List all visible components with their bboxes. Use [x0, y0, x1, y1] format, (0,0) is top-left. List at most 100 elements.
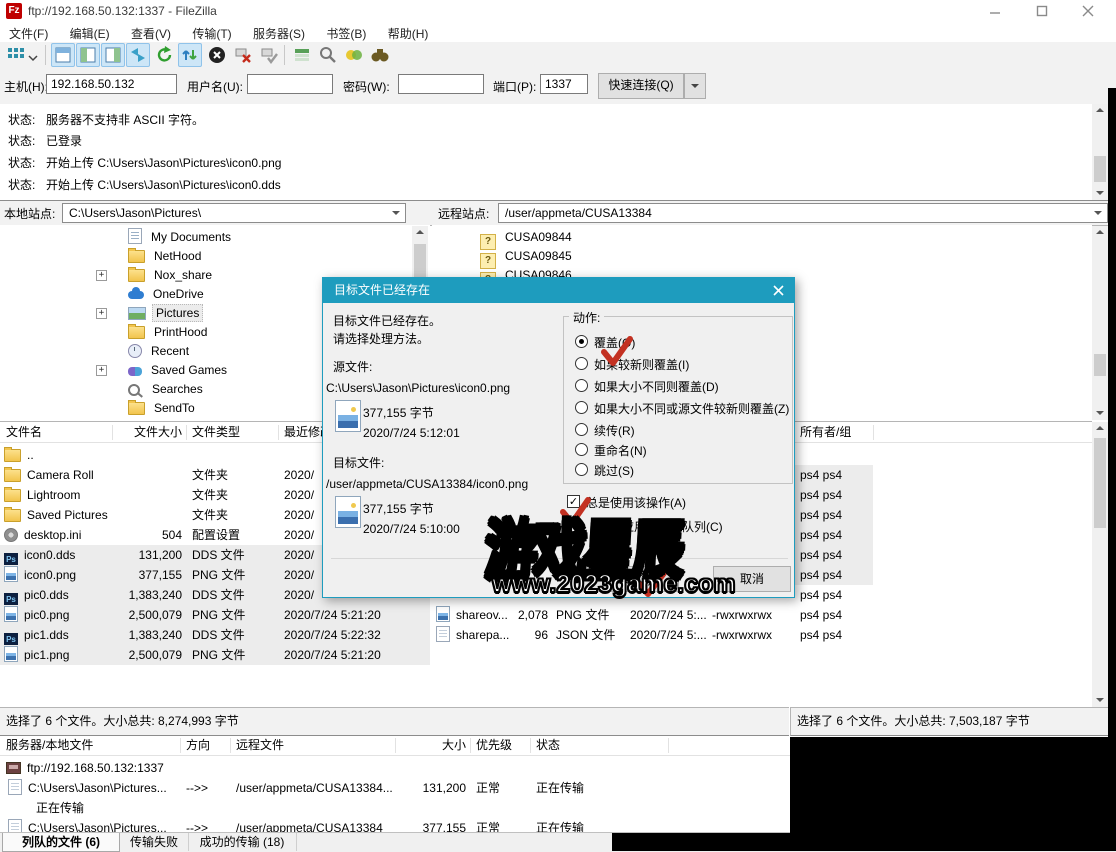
local-site-combobox[interactable]: C:\Users\Jason\Pictures\ — [62, 203, 406, 223]
scroll-down-icon[interactable] — [1092, 406, 1108, 419]
column-header-remotefile[interactable]: 远程文件 — [236, 736, 284, 755]
toggle-queue-view-button[interactable] — [126, 43, 150, 67]
toggle-remote-tree-button[interactable] — [101, 43, 125, 67]
tree-item-cusa09845[interactable]: CUSA09845 — [480, 247, 575, 265]
tab-successful-transfers[interactable]: 成功的传输 (18) — [188, 833, 297, 851]
tree-item-printhood[interactable]: PrintHood — [128, 323, 210, 341]
radio-overwrite[interactable] — [575, 335, 588, 348]
column-header-size[interactable]: 大小 — [398, 736, 466, 755]
remote-tree-scrollbar[interactable] — [1092, 226, 1108, 420]
remote-list-scrollbar[interactable] — [1092, 422, 1108, 707]
queue-row[interactable]: C:\Users\Jason\Pictures... -->> /user/ap… — [0, 778, 790, 798]
tree-item-searches[interactable]: Searches — [128, 380, 206, 398]
radio-overwrite-if-size-differs[interactable] — [575, 379, 588, 392]
dialog-title-bar[interactable]: 目标文件已经存在 — [322, 277, 795, 303]
synchronized-browsing-button[interactable] — [342, 43, 366, 67]
log-scrollbar[interactable] — [1092, 104, 1108, 200]
close-button[interactable] — [1068, 0, 1108, 22]
tree-item-recent[interactable]: Recent — [128, 342, 192, 360]
document-icon — [128, 228, 142, 244]
radio-skip-label[interactable]: 跳过(S) — [594, 462, 634, 479]
column-header-server-localfile[interactable]: 服务器/本地文件 — [6, 736, 93, 755]
reconnect-button[interactable] — [257, 43, 281, 67]
maximize-button[interactable] — [1022, 0, 1062, 22]
scrollbar-thumb[interactable] — [1094, 438, 1106, 528]
radio-rename[interactable] — [575, 443, 588, 456]
tree-item-nethood[interactable]: NetHood — [128, 247, 204, 265]
pictures-icon — [128, 307, 146, 320]
radio-resume[interactable] — [575, 423, 588, 436]
table-row[interactable]: shareov... 2,078 PNG 文件 2020/7/24 5:... … — [432, 605, 873, 625]
scroll-down-icon[interactable] — [1092, 693, 1108, 706]
tree-item-onedrive[interactable]: OneDrive — [128, 285, 207, 303]
toggle-queue-processing-button[interactable] — [178, 43, 202, 67]
annotation-check-icon — [599, 334, 635, 371]
minimize-button[interactable] — [975, 0, 1015, 22]
cancel-button[interactable]: 取消 — [713, 566, 791, 592]
table-row[interactable]: pic1.png 2,500,079 PNG 文件 2020/7/24 5:21… — [0, 645, 430, 665]
radio-skip[interactable] — [575, 463, 588, 476]
column-header-owner-group[interactable]: 所有者/组 — [800, 423, 851, 442]
toggle-log-view-button[interactable] — [51, 43, 75, 67]
port-input[interactable] — [540, 74, 588, 94]
site-path-bar: 本地站点: C:\Users\Jason\Pictures\ 远程站点: /us… — [0, 201, 1116, 226]
image-file-icon — [335, 496, 361, 528]
quickconnect-button[interactable]: 快速连接(Q) — [598, 73, 684, 99]
quickconnect-dropdown-button[interactable] — [684, 73, 706, 99]
directory-filter-button[interactable] — [290, 43, 314, 67]
column-header-direction[interactable]: 方向 — [186, 736, 210, 755]
tab-queued-files[interactable]: 列队的文件 (6) — [2, 833, 120, 852]
directory-comparison-button[interactable] — [316, 43, 340, 67]
image-file-icon — [4, 606, 18, 622]
table-row[interactable]: pic1.dds 1,383,240 DDS 文件 2020/7/24 5:22… — [0, 625, 430, 645]
remote-site-combobox[interactable]: /user/appmeta/CUSA13384 — [498, 203, 1108, 223]
reconnect-icon — [260, 46, 278, 64]
queue-server-row[interactable]: ftp://192.168.50.132:1337 — [0, 758, 790, 778]
host-input[interactable] — [46, 74, 177, 94]
site-manager-dropdown-button[interactable] — [26, 43, 40, 67]
column-header-filetype[interactable]: 文件类型 — [192, 423, 240, 442]
tree-item-pictures[interactable]: Pictures — [128, 304, 203, 322]
checkbox-always-use-action-label[interactable]: 总是使用该操作(A) — [586, 494, 686, 511]
checkbox-apply-to-current-queue-label[interactable]: 只应用到当前队列(C) — [610, 518, 723, 535]
radio-rename-label[interactable]: 重命名(N) — [594, 442, 647, 459]
table-row[interactable]: sharepa... 96 JSON 文件 2020/7/24 5:... -r… — [432, 625, 873, 645]
scroll-up-icon[interactable] — [1092, 423, 1108, 436]
tree-expander-icon[interactable] — [96, 270, 107, 281]
column-header-priority[interactable]: 优先级 — [476, 736, 512, 755]
tree-expander-icon[interactable] — [96, 365, 107, 376]
scroll-down-icon[interactable] — [1092, 186, 1108, 199]
scroll-up-icon[interactable] — [412, 227, 428, 240]
column-header-filesize[interactable]: 文件大小 — [114, 423, 182, 442]
cancel-operation-button[interactable] — [205, 43, 229, 67]
radio-overwrite-if-size-differs-label[interactable]: 如果大小不同则覆盖(D) — [594, 378, 719, 395]
radio-overwrite-if-size-or-newer-label[interactable]: 如果大小不同或源文件较新则覆盖(Z) — [594, 400, 789, 417]
table-row[interactable]: pic0.png 2,500,079 PNG 文件 2020/7/24 5:21… — [0, 605, 430, 625]
dialog-close-button[interactable] — [761, 277, 795, 303]
tree-item-saved-games[interactable]: Saved Games — [128, 361, 230, 379]
password-input[interactable] — [398, 74, 484, 94]
toggle-local-tree-button[interactable] — [76, 43, 100, 67]
column-header-filename[interactable]: 文件名 — [6, 423, 42, 442]
tree-item-cusa09844[interactable]: CUSA09844 — [480, 228, 575, 246]
close-icon — [773, 285, 784, 296]
find-files-button[interactable] — [368, 43, 392, 67]
tree-expander-icon[interactable] — [96, 308, 107, 319]
radio-resume-label[interactable]: 续传(R) — [594, 422, 635, 439]
scrollbar-thumb[interactable] — [1094, 354, 1106, 376]
refresh-button[interactable] — [153, 43, 177, 67]
scroll-up-icon[interactable] — [1092, 105, 1108, 118]
site-manager-button[interactable] — [4, 43, 28, 67]
username-input[interactable] — [247, 74, 333, 94]
column-header-status[interactable]: 状态 — [536, 736, 560, 755]
filter-icon — [293, 46, 311, 64]
tab-failed-transfers[interactable]: 传输失败 — [120, 833, 189, 851]
scroll-up-icon[interactable] — [1092, 227, 1108, 240]
tree-item-my-documents[interactable]: My Documents — [128, 228, 234, 246]
scrollbar-thumb[interactable] — [1094, 156, 1106, 182]
tree-item-nox-share[interactable]: Nox_share — [128, 266, 215, 284]
disconnect-button[interactable] — [231, 43, 255, 67]
tree-item-sendto[interactable]: SendTo — [128, 399, 198, 417]
radio-overwrite-if-newer[interactable] — [575, 357, 588, 370]
radio-overwrite-if-size-or-newer[interactable] — [575, 401, 588, 414]
